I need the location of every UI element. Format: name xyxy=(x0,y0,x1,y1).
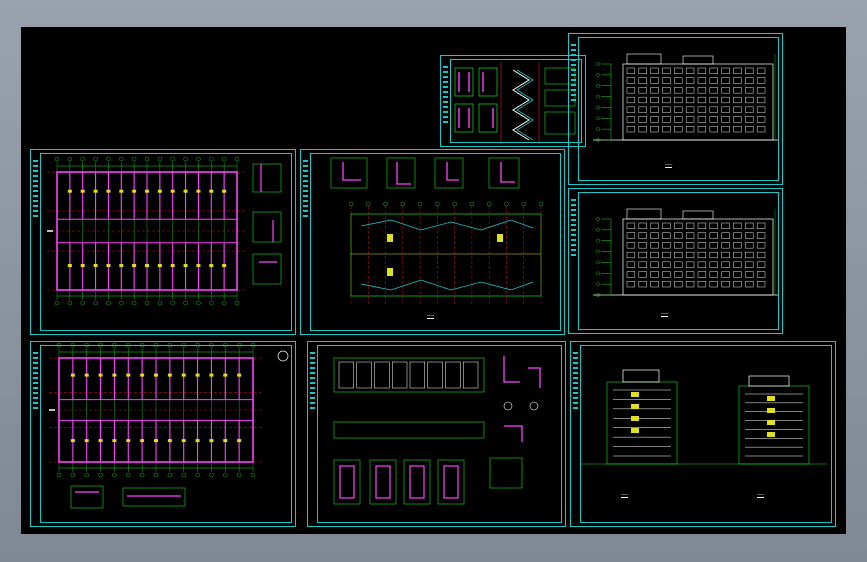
sheet-caption: ─── xyxy=(661,311,669,317)
sheet-caption: ─── xyxy=(621,492,629,498)
sheet-floor-plan-1[interactable] xyxy=(30,149,296,335)
floor-plan-2-drawing xyxy=(49,342,289,509)
sheet-elevation-front[interactable]: ─── xyxy=(568,33,783,185)
sheet-caption: ─── xyxy=(427,313,435,319)
wall-details-drawing xyxy=(333,356,541,505)
sheet-floor-plan-2[interactable] xyxy=(30,341,296,527)
sheet-stair-details[interactable] xyxy=(440,55,586,147)
side-elevations-drawing xyxy=(581,369,827,465)
sheet-caption: ─── xyxy=(665,162,673,168)
sheet-roof-plan[interactable]: ─── xyxy=(300,149,565,335)
roof-plan-drawing xyxy=(330,157,544,304)
sheet-caption: ─── xyxy=(757,492,765,498)
sheet-side-elevations[interactable]: ─── ─── xyxy=(570,341,836,527)
sheet-wall-details[interactable] xyxy=(307,341,566,527)
elevation-front-drawing xyxy=(593,53,779,142)
stair-details-drawing xyxy=(454,62,576,144)
drawing-canvas[interactable]: ─── ─── ─── ─── ─── xyxy=(21,27,846,534)
sheet-elevation-rear[interactable]: ─── xyxy=(568,188,783,334)
elevation-rear-drawing xyxy=(593,208,779,297)
floor-plan-1-drawing xyxy=(47,156,282,306)
